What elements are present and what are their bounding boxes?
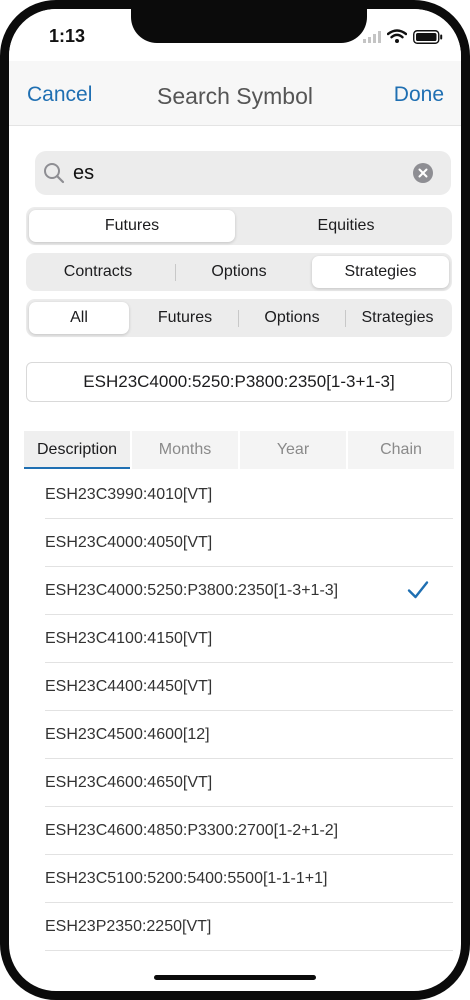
list-item-label: ESH23C4100:4150[VT] <box>45 630 213 647</box>
list-item[interactable]: ESH23C5100:5200:5400:5500[1-1-1+1] <box>9 855 461 903</box>
search-bar[interactable]: es <box>35 151 451 195</box>
segment-divider <box>238 310 239 327</box>
list-item[interactable]: ESH23P2350:2250[VT] <box>9 903 461 951</box>
list-item[interactable]: ESH23C4600:4650[VT] <box>9 759 461 807</box>
wifi-icon <box>387 29 407 43</box>
search-icon <box>44 163 65 184</box>
tab-description[interactable]: Description <box>24 431 130 469</box>
segment-options[interactable]: Options <box>170 256 308 288</box>
list-item-label: ESH23C4600:4650[VT] <box>45 774 213 791</box>
tab-months[interactable]: Months <box>132 431 238 469</box>
checkmark-icon <box>407 581 429 599</box>
list-item-label: ESH23C4000:4050[VT] <box>45 534 213 551</box>
list-item-selected[interactable]: ESH23C4000:5250:P3800:2350[1-3+1-3] <box>9 567 461 615</box>
segment-strategies[interactable]: Strategies <box>312 256 449 288</box>
segment-futures-filter[interactable]: Futures <box>134 302 236 334</box>
list-item-label: ESH23C4400:4450[VT] <box>45 678 213 695</box>
list-item-label: ESH23C5100:5200:5400:5500[1-1-1+1] <box>45 870 328 887</box>
market-type-segmented-control: Futures Equities <box>26 207 452 245</box>
result-tabs: Description Months Year Chain <box>24 431 454 469</box>
selected-symbol-field[interactable]: ESH23C4000:5250:P3800:2350[1-3+1-3] <box>26 362 452 402</box>
done-button[interactable]: Done <box>394 83 444 107</box>
battery-icon <box>413 30 443 44</box>
list-item[interactable]: ESH23C4400:4450[VT] <box>9 663 461 711</box>
notch <box>131 9 367 43</box>
segment-equities[interactable]: Equities <box>243 210 449 242</box>
list-item[interactable]: ESH23C3990:4010[VT] <box>9 471 461 519</box>
home-indicator[interactable] <box>154 975 316 980</box>
list-item[interactable]: ESH23C4500:4600[12] <box>9 711 461 759</box>
status-bar: 1:13 <box>9 9 461 61</box>
tab-chain[interactable]: Chain <box>348 431 454 469</box>
list-item-label: ESH23C4500:4600[12] <box>45 726 210 743</box>
signal-icon <box>363 31 381 43</box>
strategy-filter-segmented-control: All Futures Options Strategies <box>26 299 452 337</box>
instrument-type-segmented-control: Contracts Options Strategies <box>26 253 452 291</box>
segment-all[interactable]: All <box>29 302 129 334</box>
list-item-label: ESH23P2350:2250[VT] <box>45 918 212 935</box>
status-time: 1:13 <box>49 26 86 46</box>
segment-strategies-filter[interactable]: Strategies <box>346 302 449 334</box>
list-item-label: ESH23C4600:4850:P3300:2700[1-2+1-2] <box>45 822 339 839</box>
list-item[interactable]: ESH23C4100:4150[VT] <box>9 615 461 663</box>
list-item[interactable]: ESH23C4600:4850:P3300:2700[1-2+1-2] <box>9 807 461 855</box>
clear-icon[interactable] <box>413 163 433 183</box>
segment-futures[interactable]: Futures <box>29 210 235 242</box>
phone-frame: 1:13 Cancel Search Symbol Done es Future… <box>0 0 470 1000</box>
segment-contracts[interactable]: Contracts <box>29 256 167 288</box>
search-input[interactable]: es <box>73 162 94 185</box>
list-item-label: ESH23C4000:5250:P3800:2350[1-3+1-3] <box>45 582 339 599</box>
segment-options-filter[interactable]: Options <box>240 302 344 334</box>
tab-year[interactable]: Year <box>240 431 346 469</box>
list-item-label: ESH23C3990:4010[VT] <box>45 486 213 503</box>
list-item[interactable]: ESH23C4000:4050[VT] <box>9 519 461 567</box>
row-divider <box>45 950 453 951</box>
navigation-bar: Cancel Search Symbol Done <box>9 61 461 126</box>
